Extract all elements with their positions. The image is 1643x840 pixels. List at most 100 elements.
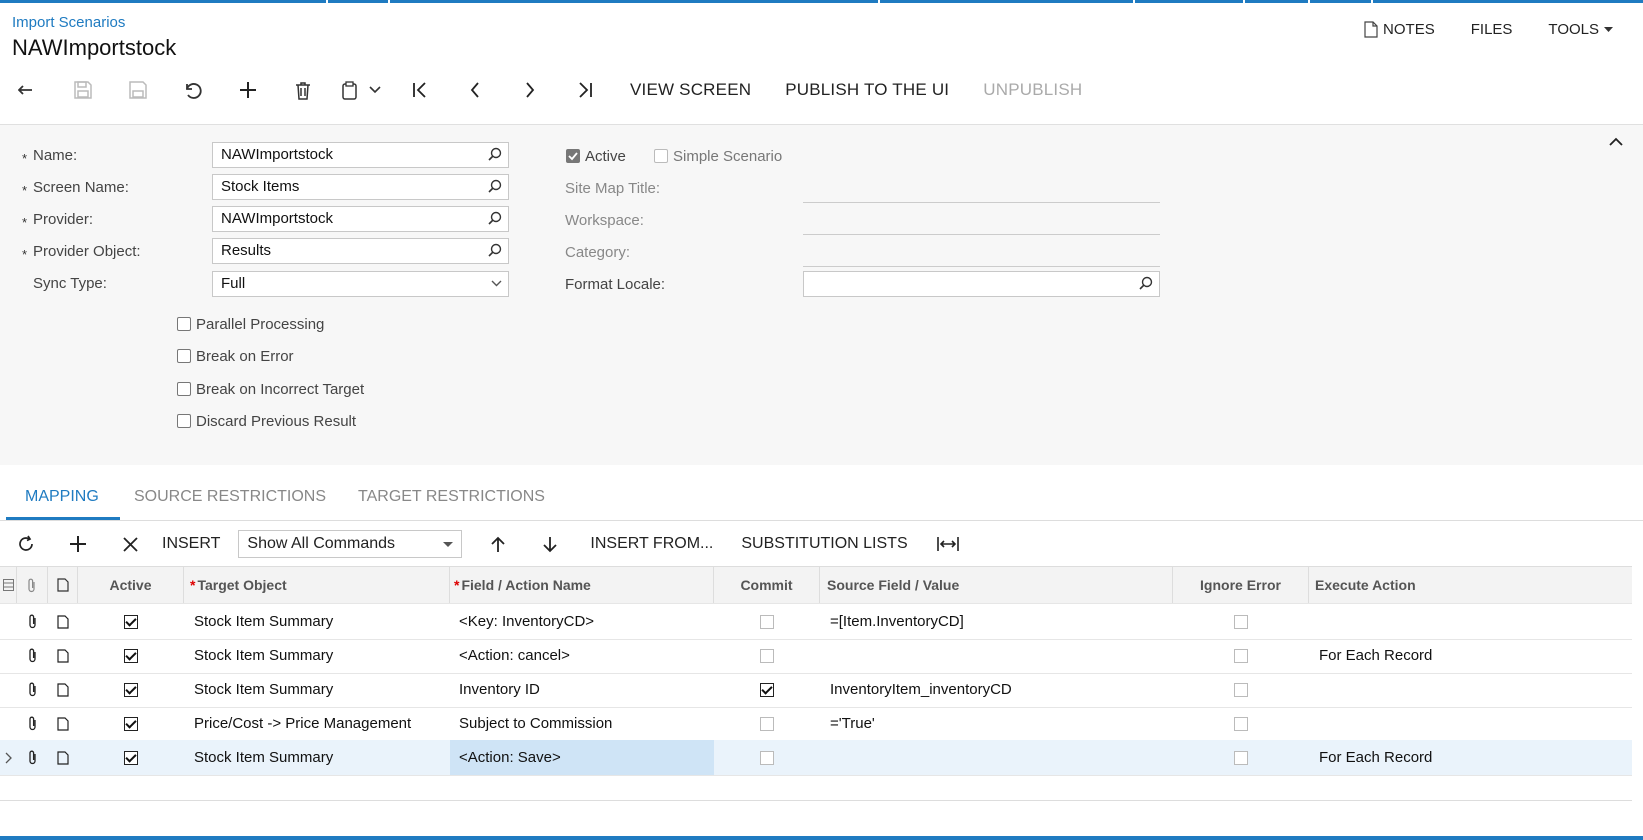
- break-on-error-checkbox[interactable]: [177, 349, 191, 363]
- ignore-error-cell[interactable]: [1173, 638, 1309, 673]
- last-record-button[interactable]: [557, 72, 612, 108]
- commit-checkbox[interactable]: [760, 614, 774, 629]
- target-object-column-header[interactable]: * Target Object: [184, 567, 450, 603]
- ignore-error-cell[interactable]: [1173, 604, 1309, 639]
- execute-action-column-header[interactable]: Execute Action: [1309, 567, 1632, 603]
- note-icon[interactable]: [48, 638, 78, 673]
- provider-object-field[interactable]: Results: [212, 238, 509, 264]
- execute-action-cell[interactable]: [1309, 604, 1632, 639]
- field-action-cell[interactable]: Subject to Commission: [450, 706, 714, 741]
- attachment-icon[interactable]: [17, 638, 48, 673]
- ignore-error-cell[interactable]: [1173, 740, 1309, 775]
- refresh-button[interactable]: [0, 526, 52, 562]
- discard-previous-result-checkbox[interactable]: [177, 414, 191, 428]
- commit-cell[interactable]: [714, 638, 820, 673]
- target-object-cell[interactable]: Stock Item Summary: [184, 638, 450, 673]
- table-row[interactable]: Stock Item Summary <Action: cancel> For Ea…: [0, 638, 1632, 674]
- column-settings-icon[interactable]: [0, 567, 17, 603]
- break-on-incorrect-target-checkbox[interactable]: [177, 382, 191, 396]
- parallel-processing-checkbox[interactable]: [177, 317, 191, 331]
- execute-action-cell[interactable]: [1309, 706, 1632, 741]
- save-button[interactable]: [110, 72, 165, 108]
- field-action-column-header[interactable]: * Field / Action Name: [450, 567, 714, 603]
- commit-checkbox[interactable]: [760, 716, 774, 731]
- ignore-error-checkbox[interactable]: [1234, 716, 1248, 731]
- target-object-cell[interactable]: Stock Item Summary: [184, 672, 450, 707]
- row-selector[interactable]: [0, 638, 17, 673]
- active-checkbox[interactable]: [124, 648, 138, 663]
- field-action-cell[interactable]: <Action: cancel>: [450, 638, 714, 673]
- active-cell[interactable]: [78, 638, 184, 673]
- commit-cell[interactable]: [714, 604, 820, 639]
- notes-button[interactable]: NOTES: [1364, 21, 1435, 38]
- simple-scenario-checkbox[interactable]: [654, 149, 668, 163]
- delete-button[interactable]: [275, 72, 330, 108]
- search-icon[interactable]: [487, 211, 502, 226]
- source-field-column-header[interactable]: Source Field / Value: [820, 567, 1173, 603]
- note-icon[interactable]: [48, 706, 78, 741]
- cancel-button[interactable]: [165, 72, 220, 108]
- commit-checkbox[interactable]: [760, 682, 774, 697]
- tools-menu[interactable]: TOOLS: [1548, 21, 1613, 38]
- active-cell[interactable]: [78, 706, 184, 741]
- active-checkbox[interactable]: [124, 682, 138, 697]
- commit-checkbox[interactable]: [760, 648, 774, 663]
- active-checkbox[interactable]: [124, 716, 138, 731]
- publish-button[interactable]: PUBLISH TO THE UI: [785, 80, 949, 100]
- table-row[interactable]: Stock Item Summary <Action: Save> For Each…: [0, 740, 1632, 776]
- target-object-cell[interactable]: Stock Item Summary: [184, 604, 450, 639]
- active-checkbox[interactable]: [566, 149, 580, 163]
- fit-columns-button[interactable]: [922, 526, 974, 562]
- attachment-icon[interactable]: [17, 672, 48, 707]
- attachment-icon[interactable]: [17, 706, 48, 741]
- tab-mapping[interactable]: MAPPING: [25, 488, 99, 506]
- unpublish-button[interactable]: UNPUBLISH: [983, 80, 1082, 100]
- active-cell[interactable]: [78, 740, 184, 775]
- commit-checkbox[interactable]: [760, 750, 774, 765]
- row-selector[interactable]: [0, 740, 17, 775]
- screen-name-field[interactable]: Stock Items: [212, 174, 509, 200]
- attachment-icon[interactable]: [17, 740, 48, 775]
- field-action-cell[interactable]: <Action: Save>: [450, 740, 714, 775]
- format-locale-field[interactable]: [803, 271, 1160, 297]
- search-icon[interactable]: [487, 243, 502, 258]
- table-row[interactable]: Stock Item Summary <Key: InventoryCD> =[It…: [0, 604, 1632, 640]
- files-button[interactable]: FILES: [1471, 21, 1513, 38]
- delete-row-button[interactable]: [104, 526, 156, 562]
- target-object-cell[interactable]: Price/Cost -> Price Management: [184, 706, 450, 741]
- back-button[interactable]: [0, 72, 55, 108]
- ignore-error-checkbox[interactable]: [1234, 750, 1248, 765]
- ignore-error-column-header[interactable]: Ignore Error: [1173, 567, 1309, 603]
- note-icon[interactable]: [48, 740, 78, 775]
- attachment-icon[interactable]: [17, 604, 48, 639]
- move-up-button[interactable]: [472, 526, 524, 562]
- ignore-error-checkbox[interactable]: [1234, 614, 1248, 629]
- previous-record-button[interactable]: [447, 72, 502, 108]
- search-icon[interactable]: [487, 147, 502, 162]
- collapse-button[interactable]: [1609, 133, 1623, 149]
- search-icon[interactable]: [1138, 276, 1153, 291]
- commit-column-header[interactable]: Commit: [714, 567, 820, 603]
- table-row[interactable]: Price/Cost -> Price Management Subject to…: [0, 706, 1632, 742]
- add-button[interactable]: [220, 72, 275, 108]
- search-icon[interactable]: [487, 179, 502, 194]
- execute-action-cell[interactable]: For Each Record: [1309, 638, 1632, 673]
- view-screen-button[interactable]: VIEW SCREEN: [630, 80, 751, 100]
- provider-field[interactable]: NAWImportstock: [212, 206, 509, 232]
- row-selector[interactable]: [0, 604, 17, 639]
- substitution-lists-button[interactable]: SUBSTITUTION LISTS: [741, 535, 907, 553]
- commit-cell[interactable]: [714, 706, 820, 741]
- row-selector[interactable]: [0, 706, 17, 741]
- tab-source-restrictions[interactable]: SOURCE RESTRICTIONS: [134, 488, 326, 506]
- sync-type-select[interactable]: Full: [212, 271, 509, 297]
- ignore-error-cell[interactable]: [1173, 672, 1309, 707]
- source-field-cell[interactable]: [820, 638, 1173, 673]
- note-icon[interactable]: [48, 604, 78, 639]
- next-record-button[interactable]: [502, 72, 557, 108]
- execute-action-cell[interactable]: [1309, 672, 1632, 707]
- add-row-button[interactable]: [52, 526, 104, 562]
- source-field-cell[interactable]: =[Item.InventoryCD]: [820, 604, 1173, 639]
- active-checkbox[interactable]: [124, 614, 138, 629]
- active-cell[interactable]: [78, 604, 184, 639]
- ignore-error-checkbox[interactable]: [1234, 648, 1248, 663]
